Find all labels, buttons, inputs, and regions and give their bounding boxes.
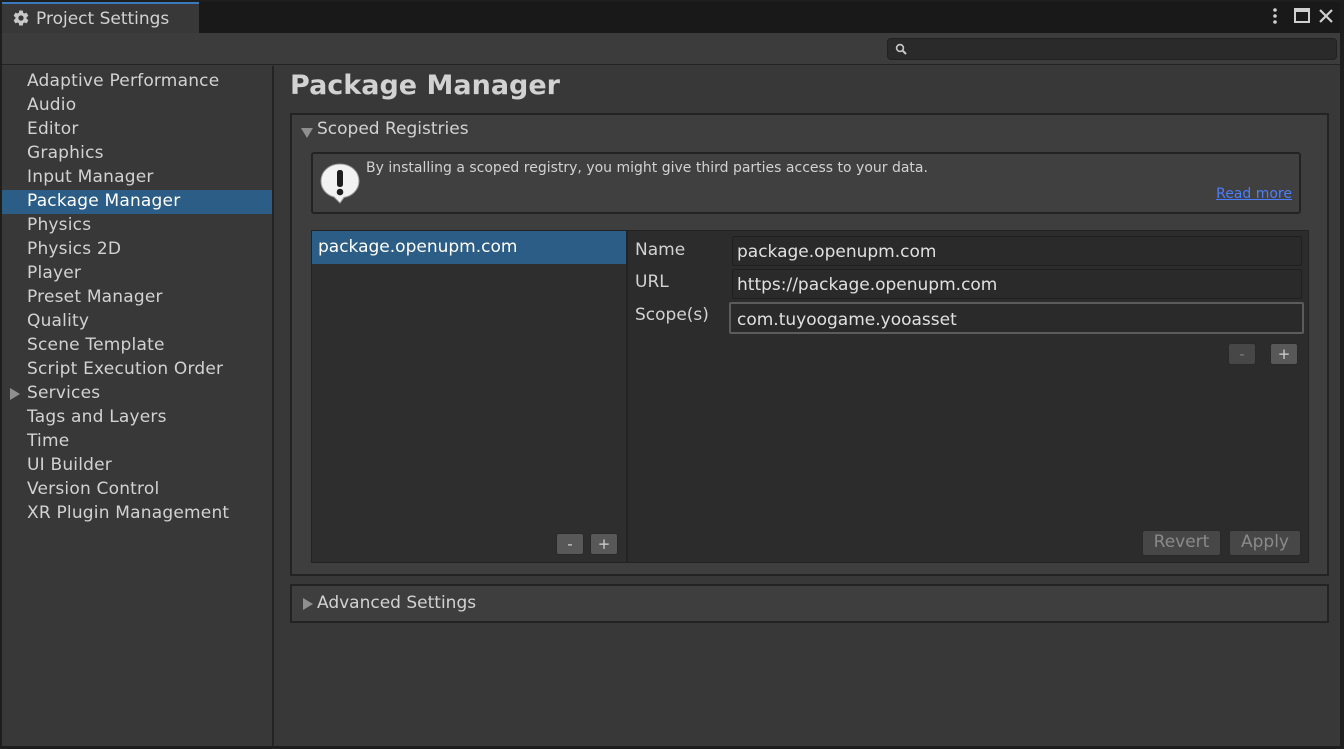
sidebar-item-audio[interactable]: Audio	[2, 94, 272, 118]
tab-bar: Project Settings	[2, 2, 1340, 33]
sidebar-item-package-manager[interactable]: Package Manager	[2, 190, 272, 214]
page-title: Package Manager	[290, 70, 560, 101]
search-box[interactable]	[887, 38, 1337, 60]
toolbar	[2, 33, 1340, 65]
list-item[interactable]: package.openupm.com	[312, 231, 626, 264]
project-settings-window: Project Settings Adaptive Performance Au…	[2, 2, 1340, 746]
url-label: URL	[635, 272, 669, 292]
sidebar-item-quality[interactable]: Quality	[2, 310, 272, 334]
sidebar-item-physics[interactable]: Physics	[2, 214, 272, 238]
sidebar-item-player[interactable]: Player	[2, 262, 272, 286]
advanced-settings-foldout[interactable]: Advanced Settings	[317, 593, 476, 613]
expand-arrow-icon[interactable]	[10, 388, 20, 400]
sidebar-item-xr-plugin-management[interactable]: XR Plugin Management	[2, 502, 272, 526]
sidebar-item-script-execution-order[interactable]: Script Execution Order	[2, 358, 272, 382]
main-content: Package Manager Scoped Registries By ins…	[274, 66, 1340, 746]
scoped-registries-panel: Scoped Registries By installing a scoped…	[290, 113, 1329, 576]
warning-text: By installing a scoped registry, you mig…	[366, 160, 928, 176]
sidebar-item-graphics[interactable]: Graphics	[2, 142, 272, 166]
maximize-icon[interactable]	[1291, 5, 1313, 27]
sidebar-item-scene-template[interactable]: Scene Template	[2, 334, 272, 358]
name-field[interactable]: package.openupm.com	[732, 236, 1302, 266]
registry-editor: package.openupm.com - + Name package.ope…	[311, 230, 1309, 563]
search-icon	[895, 43, 907, 55]
advanced-settings-panel: Advanced Settings	[290, 584, 1329, 623]
foldout-down-icon[interactable]	[301, 128, 313, 138]
sidebar-item-preset-manager[interactable]: Preset Manager	[2, 286, 272, 310]
sidebar-item-ui-builder[interactable]: UI Builder	[2, 454, 272, 478]
revert-button[interactable]: Revert	[1142, 530, 1221, 556]
tab-project-settings[interactable]: Project Settings	[2, 2, 199, 33]
close-icon[interactable]	[1315, 5, 1337, 27]
tab-title: Project Settings	[36, 9, 170, 29]
sidebar-item-editor[interactable]: Editor	[2, 118, 272, 142]
remove-registry-button[interactable]: -	[556, 533, 584, 555]
scopes-field[interactable]: com.tuyoogame.yooasset	[729, 302, 1304, 334]
warning-helpbox: By installing a scoped registry, you mig…	[311, 152, 1301, 214]
sidebar-item-physics-2d[interactable]: Physics 2D	[2, 238, 272, 262]
sidebar-item-time[interactable]: Time	[2, 430, 272, 454]
url-field[interactable]: https://package.openupm.com	[732, 269, 1302, 299]
sidebar-item-version-control[interactable]: Version Control	[2, 478, 272, 502]
apply-button[interactable]: Apply	[1229, 530, 1301, 556]
search-input[interactable]	[912, 40, 1322, 58]
registry-details: Name package.openupm.com URL https://pac…	[628, 231, 1308, 562]
add-registry-button[interactable]: +	[590, 533, 618, 555]
sidebar-item-services[interactable]: Services	[2, 382, 272, 406]
sidebar-item-tags-and-layers[interactable]: Tags and Layers	[2, 406, 272, 430]
scopes-label: Scope(s)	[635, 305, 709, 325]
sidebar-item-input-manager[interactable]: Input Manager	[2, 166, 272, 190]
add-scope-button[interactable]: +	[1270, 343, 1298, 365]
scoped-registries-foldout[interactable]: Scoped Registries	[317, 119, 469, 139]
name-label: Name	[635, 240, 686, 260]
sidebar-item-adaptive-performance[interactable]: Adaptive Performance	[2, 70, 272, 94]
more-vert-icon[interactable]	[1264, 5, 1286, 27]
read-more-link[interactable]: Read more	[1216, 186, 1292, 202]
foldout-right-icon[interactable]	[303, 598, 313, 610]
gear-icon	[13, 10, 29, 26]
registry-list: package.openupm.com - +	[312, 231, 628, 562]
settings-sidebar: Adaptive Performance Audio Editor Graphi…	[2, 66, 274, 746]
warning-icon	[320, 163, 360, 204]
remove-scope-button[interactable]: -	[1228, 343, 1256, 365]
